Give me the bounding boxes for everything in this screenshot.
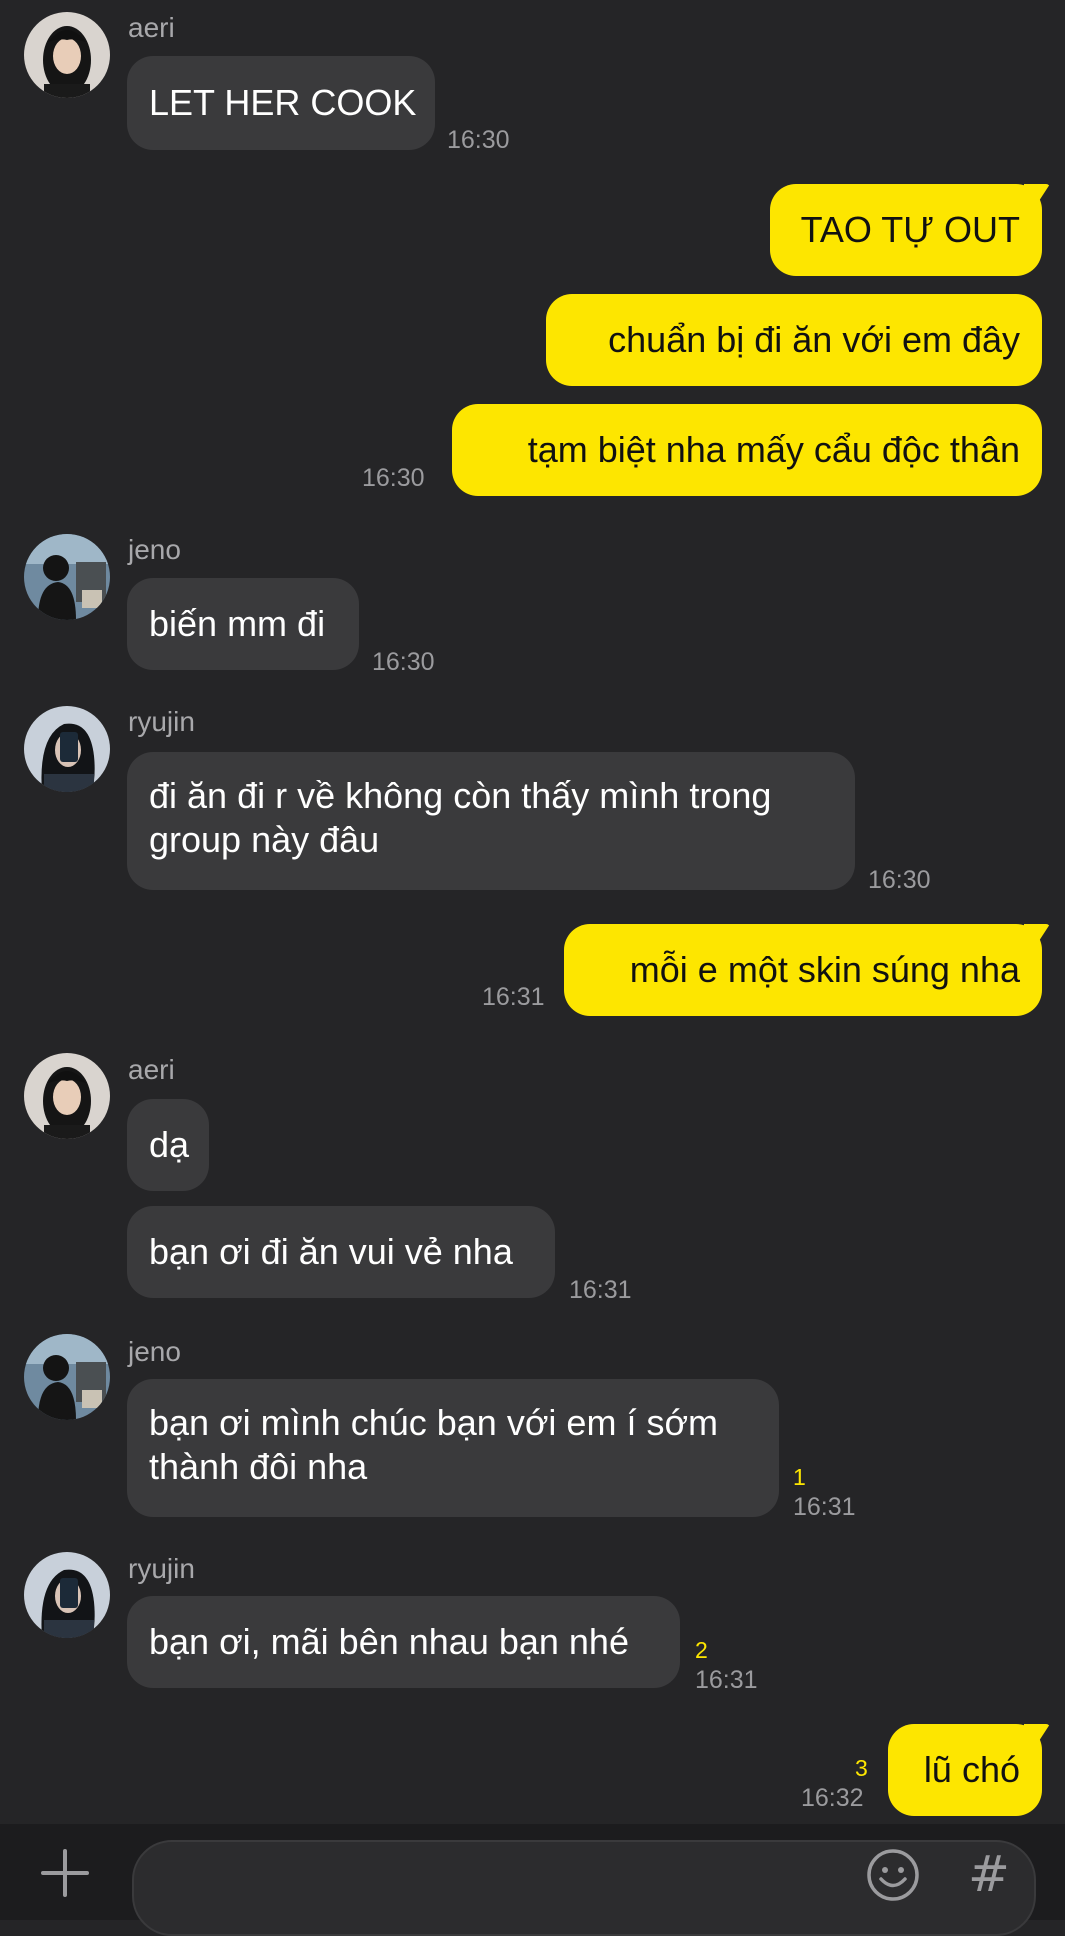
message-timestamp: 16:31 xyxy=(482,983,545,1011)
message-timestamp: 16:30 xyxy=(447,126,510,154)
message-bubble-incoming[interactable]: LET HER COOK xyxy=(127,56,435,150)
message-bubble-outgoing[interactable]: TAO TỰ OUT xyxy=(770,184,1042,276)
message-timestamp: 16:32 xyxy=(801,1784,864,1812)
avatar-aeri[interactable] xyxy=(24,12,110,98)
message-timestamp: 16:30 xyxy=(868,866,931,894)
message-bubble-incoming[interactable]: bạn ơi, mãi bên nhau bạn nhé xyxy=(127,1596,680,1688)
message-timestamp: 16:31 xyxy=(569,1276,632,1304)
unread-count: 3 xyxy=(855,1755,868,1781)
message-bubble-incoming[interactable]: dạ xyxy=(127,1099,209,1191)
message-bubble-outgoing[interactable]: tạm biệt nha mấy cẩu độc thân xyxy=(452,404,1042,496)
avatar-jeno[interactable] xyxy=(24,534,110,620)
sender-name: aeri xyxy=(128,1054,175,1085)
hashtag-button[interactable]: # xyxy=(968,1846,1010,1902)
avatar-image xyxy=(24,12,110,98)
message-bubble-incoming[interactable]: bạn ơi mình chúc bạn với em í sớm thành … xyxy=(127,1379,779,1517)
avatar-aeri[interactable] xyxy=(24,1053,110,1139)
avatar-ryujin[interactable] xyxy=(24,1552,110,1638)
message-bubble-incoming[interactable]: biến mm đi xyxy=(127,578,359,670)
sender-name: ryujin xyxy=(128,706,195,737)
message-bubble-incoming[interactable]: bạn ơi đi ăn vui vẻ nha xyxy=(127,1206,555,1298)
message-bubble-outgoing[interactable]: lũ chó xyxy=(888,1724,1042,1816)
sender-name: jeno xyxy=(128,534,181,565)
chat-message-list[interactable]: aeri LET HER COOK 16:30 TAO TỰ OUT chuẩn… xyxy=(0,0,1065,1824)
avatar-image xyxy=(24,1053,110,1139)
avatar-image xyxy=(24,534,110,620)
unread-count: 2 xyxy=(695,1637,708,1663)
message-timestamp: 16:31 xyxy=(793,1493,856,1521)
message-bubble-outgoing[interactable]: mỗi e một skin súng nha xyxy=(564,924,1042,1016)
message-timestamp: 16:30 xyxy=(362,464,425,492)
avatar-ryujin[interactable] xyxy=(24,706,110,792)
message-timestamp: 16:31 xyxy=(695,1666,758,1694)
message-bubble-outgoing[interactable]: chuẩn bị đi ăn với em đây xyxy=(546,294,1042,386)
avatar-image xyxy=(24,706,110,792)
sender-name: aeri xyxy=(128,12,175,43)
composer-bar: # xyxy=(0,1824,1065,1936)
unread-count: 1 xyxy=(793,1464,806,1490)
avatar-jeno[interactable] xyxy=(24,1334,110,1420)
message-bubble-incoming[interactable]: đi ăn đi r về không còn thấy mình trong … xyxy=(127,752,855,890)
sender-name: jeno xyxy=(128,1336,181,1367)
plus-icon[interactable] xyxy=(40,1848,90,1898)
emoji-icon[interactable] xyxy=(866,1848,920,1902)
avatar-image xyxy=(24,1552,110,1638)
avatar-image xyxy=(24,1334,110,1420)
sender-name: ryujin xyxy=(128,1553,195,1584)
message-timestamp: 16:30 xyxy=(372,648,435,676)
